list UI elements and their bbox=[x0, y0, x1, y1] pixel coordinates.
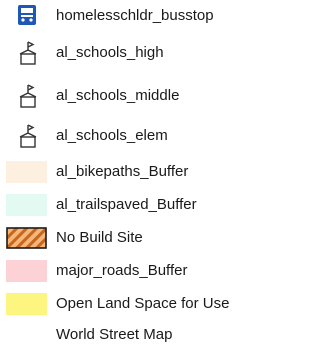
legend-item-schools-elem: al_schools_elem bbox=[0, 122, 259, 150]
legend-label: Open Land Space for Use bbox=[56, 295, 230, 312]
school-flag-icon bbox=[19, 124, 37, 148]
legend-symbol bbox=[6, 39, 47, 67]
legend-label: major_roads_Buffer bbox=[56, 262, 188, 279]
legend-symbol bbox=[6, 158, 47, 186]
legend-item-bikepaths-buffer: al_bikepaths_Buffer bbox=[0, 158, 259, 186]
legend-label: No Build Site bbox=[56, 229, 143, 246]
legend-symbol bbox=[6, 122, 47, 150]
fill-swatch bbox=[6, 161, 47, 183]
legend-item-schools-middle: al_schools_middle bbox=[0, 82, 259, 110]
fill-swatch bbox=[6, 194, 47, 216]
legend-item-busstop: homelesschldr_busstop bbox=[0, 2, 259, 30]
legend-symbol bbox=[6, 2, 47, 30]
legend-symbol bbox=[6, 290, 47, 318]
legend-label: al_schools_elem bbox=[56, 127, 168, 144]
school-flag-icon bbox=[19, 41, 37, 65]
map-legend: homelesschldr_busstop al_schools_high al… bbox=[0, 0, 259, 349]
legend-label: homelesschldr_busstop bbox=[56, 7, 214, 24]
legend-item-trailspaved-buffer: al_trailspaved_Buffer bbox=[0, 191, 259, 219]
legend-symbol bbox=[6, 224, 47, 252]
legend-item-major-roads-buffer: major_roads_Buffer bbox=[0, 257, 259, 285]
fill-swatch bbox=[6, 293, 47, 315]
legend-symbol bbox=[6, 257, 47, 285]
legend-label: World Street Map bbox=[56, 326, 173, 343]
legend-symbol bbox=[6, 191, 47, 219]
legend-item-no-build-site: No Build Site bbox=[0, 224, 259, 252]
legend-label: al_schools_high bbox=[56, 44, 164, 61]
legend-label: al_bikepaths_Buffer bbox=[56, 163, 189, 180]
hatched-swatch bbox=[6, 227, 47, 249]
legend-item-world-street-map: World Street Map bbox=[0, 321, 259, 349]
legend-item-schools-high: al_schools_high bbox=[0, 39, 259, 67]
bus-icon bbox=[18, 5, 36, 25]
legend-symbol bbox=[6, 82, 47, 110]
school-flag-icon bbox=[19, 84, 37, 108]
legend-label: al_trailspaved_Buffer bbox=[56, 196, 197, 213]
legend-item-open-land: Open Land Space for Use bbox=[0, 290, 259, 318]
legend-label: al_schools_middle bbox=[56, 87, 180, 104]
fill-swatch bbox=[6, 260, 47, 282]
